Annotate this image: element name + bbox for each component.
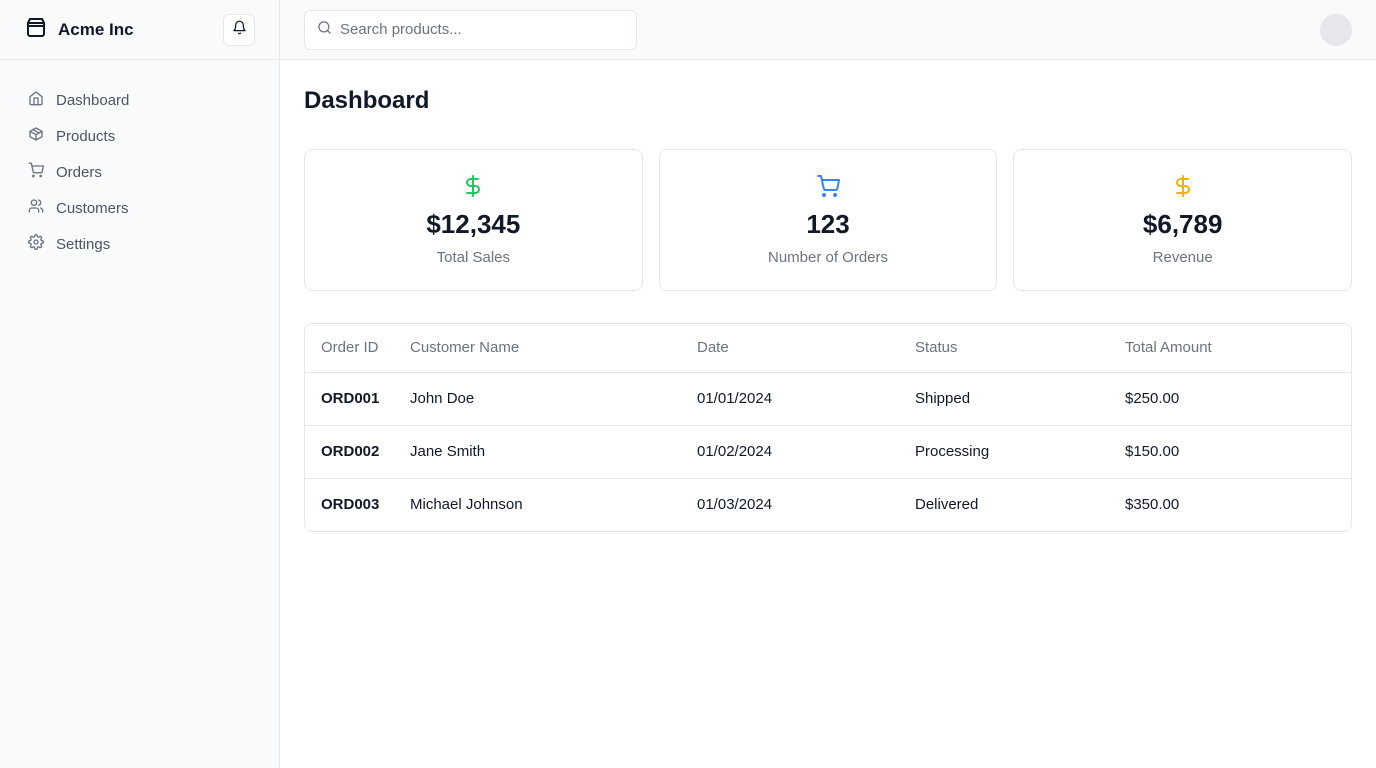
home-icon xyxy=(28,90,44,110)
brand-name: Acme Inc xyxy=(58,19,134,39)
top-bar xyxy=(280,0,1376,60)
brand-link[interactable]: Acme Inc xyxy=(24,15,134,44)
package-icon xyxy=(28,126,44,146)
sidebar-item-orders[interactable]: Orders xyxy=(16,154,263,190)
sidebar-item-label: Dashboard xyxy=(56,91,130,109)
sidebar-item-label: Settings xyxy=(56,235,111,253)
sidebar-item-label: Products xyxy=(56,127,116,145)
bell-icon xyxy=(232,20,247,40)
total-amount-cell: $250.00 xyxy=(1109,372,1351,426)
sidebar-item-dashboard[interactable]: Dashboard xyxy=(16,82,263,118)
stat-label: Total Sales xyxy=(436,249,511,266)
cart-icon xyxy=(28,162,44,182)
app-shell: Acme Inc Dashboard Products Orders Custo… xyxy=(0,0,1376,768)
search-box[interactable] xyxy=(304,9,637,50)
table-header-row: Order ID Customer Name Date Status Total… xyxy=(305,324,1351,373)
status-cell: Processing xyxy=(899,425,1109,479)
column-header-total-amount: Total Amount xyxy=(1109,324,1351,373)
sidebar-header: Acme Inc xyxy=(0,0,279,60)
date-cell: 01/03/2024 xyxy=(697,496,773,514)
sidebar-item-products[interactable]: Products xyxy=(16,118,263,154)
stat-card-revenue: $6,789 Revenue xyxy=(1013,149,1353,291)
date-cell: 01/01/2024 xyxy=(681,372,899,426)
order-id-cell: ORD001 xyxy=(305,372,394,426)
column-header-status: Status xyxy=(899,324,1109,373)
order-id-cell: ORD002 xyxy=(305,425,394,479)
customer-name-cell: Jane Smith xyxy=(394,425,681,479)
date-cell: 01/02/2024 xyxy=(681,425,899,479)
dashboard-content: Dashboard $12,345 Total Sales 123 Number… xyxy=(280,60,1376,556)
dollar-icon xyxy=(461,174,485,207)
orders-table: Order ID Customer Name Date Status Total… xyxy=(304,323,1352,532)
main-area: Dashboard $12,345 Total Sales 123 Number… xyxy=(280,0,1376,768)
sidebar-item-label: Customers xyxy=(56,199,129,217)
table-row[interactable]: ORD002 Jane Smith 01/02/2024 Processing … xyxy=(305,425,1351,479)
search-input[interactable] xyxy=(340,21,624,38)
sidebar-item-label: Orders xyxy=(56,163,102,181)
store-icon xyxy=(24,15,48,44)
stat-card-orders: 123 Number of Orders xyxy=(658,149,998,291)
column-header-order-id: Order ID xyxy=(305,324,394,373)
user-avatar-button[interactable] xyxy=(1320,13,1352,46)
total-amount-cell: $150.00 xyxy=(1109,425,1351,479)
sidebar: Acme Inc Dashboard Products Orders Custo… xyxy=(0,0,280,768)
users-icon xyxy=(28,198,44,218)
stat-value: $6,789 xyxy=(1142,209,1223,239)
cart-icon xyxy=(816,174,840,207)
table-row[interactable]: ORD003 Michael Johnson 01/03/2024 Delive… xyxy=(305,478,1351,531)
column-header-customer-name: Customer Name xyxy=(394,324,681,373)
stat-value: 123 xyxy=(806,209,850,239)
stat-label: Number of Orders xyxy=(767,249,889,266)
stats-cards: $12,345 Total Sales 123 Number of Orders… xyxy=(304,149,1353,291)
stat-value: $12,345 xyxy=(426,209,521,239)
gear-icon xyxy=(28,234,44,254)
status-cell: Shipped xyxy=(899,372,1109,426)
stat-label: Revenue xyxy=(1152,249,1213,266)
customer-name-cell: Michael Johnson xyxy=(410,496,523,514)
notifications-button[interactable] xyxy=(223,13,255,46)
stat-card-total-sales: $12,345 Total Sales xyxy=(304,149,643,291)
dollar-icon xyxy=(1171,174,1195,207)
sidebar-nav: Dashboard Products Orders Customers Sett… xyxy=(0,60,279,284)
total-amount-cell: $350.00 xyxy=(1125,496,1180,514)
search-icon xyxy=(317,20,332,40)
table-row[interactable]: ORD001 John Doe 01/01/2024 Shipped $250.… xyxy=(305,372,1351,426)
status-cell: Delivered xyxy=(915,496,979,514)
sidebar-item-customers[interactable]: Customers xyxy=(16,190,263,226)
page-title: Dashboard xyxy=(304,87,430,114)
sidebar-item-settings[interactable]: Settings xyxy=(16,226,263,262)
column-header-date: Date xyxy=(681,324,899,373)
order-id-cell: ORD003 xyxy=(321,496,380,514)
customer-name-cell: John Doe xyxy=(394,372,681,426)
